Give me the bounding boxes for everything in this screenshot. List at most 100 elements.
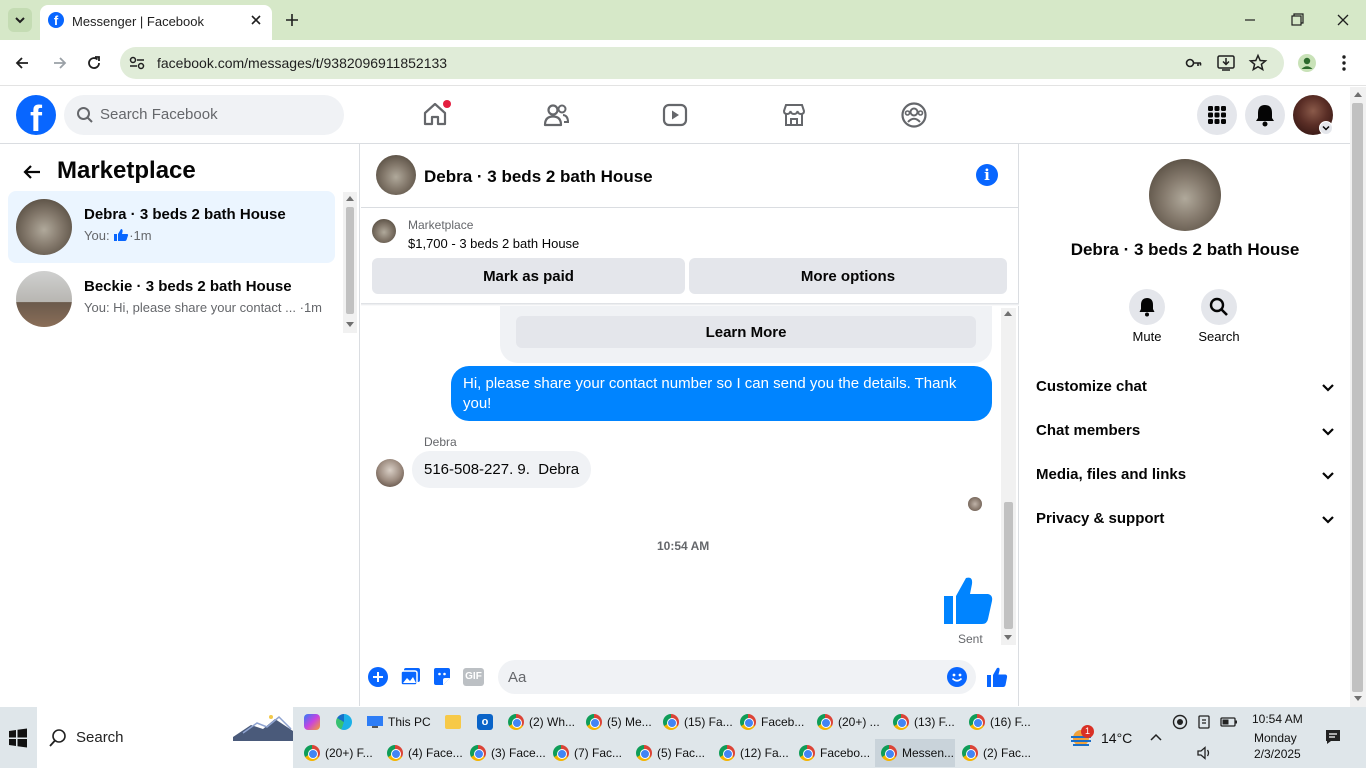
profile-icon[interactable] — [1297, 53, 1317, 73]
password-key-icon[interactable] — [1184, 53, 1204, 73]
send-like-icon[interactable] — [986, 666, 1008, 688]
forward-icon[interactable] — [50, 53, 70, 73]
taskbar-chrome-window[interactable]: (15) Fa... — [663, 708, 739, 736]
taskbar-chrome-window-active[interactable]: Messen... — [875, 739, 955, 767]
browser-menu-icon[interactable] — [1334, 53, 1354, 73]
scroll-thumb — [346, 207, 354, 314]
bookmark-star-icon[interactable] — [1248, 53, 1268, 73]
mark-as-paid-button[interactable]: Mark as paid — [372, 258, 685, 294]
account-chevron-icon[interactable] — [1319, 121, 1333, 135]
minimize-window-icon[interactable] — [1240, 10, 1260, 30]
new-tab-button[interactable] — [282, 10, 302, 30]
taskbar-chrome-window[interactable]: (12) Fa... — [719, 739, 797, 767]
privacy-support-section[interactable]: Privacy & support — [1036, 506, 1336, 534]
message-composer-input[interactable] — [498, 660, 976, 694]
taskbar-chrome-window[interactable]: (2) Fac... — [962, 739, 1036, 767]
chrome-icon — [470, 745, 486, 761]
attach-photo-icon[interactable] — [400, 667, 422, 687]
search-label: Search — [1198, 329, 1240, 344]
volume-icon[interactable] — [1196, 745, 1212, 761]
conversation-item-debra[interactable]: Debra · 3 beds 2 bath House You: ·1m — [8, 191, 335, 263]
notification-center-icon[interactable] — [1324, 728, 1342, 746]
conversation-item-beckie[interactable]: Beckie · 3 beds 2 bath House You: Hi, pl… — [8, 263, 335, 335]
device-icon[interactable] — [1196, 714, 1212, 730]
marketplace-nav-icon[interactable] — [781, 102, 807, 128]
copilot-icon[interactable] — [304, 714, 320, 730]
url-text[interactable]: facebook.com/messages/t/9382096911852133 — [157, 55, 447, 71]
taskbar-chrome-window[interactable]: (5) Fac... — [636, 739, 716, 767]
page-scroll-thumb[interactable] — [1352, 103, 1363, 692]
chat-members-section[interactable]: Chat members — [1036, 418, 1336, 446]
scroll-down-arrow-icon[interactable] — [346, 322, 354, 327]
close-window-icon[interactable] — [1333, 10, 1353, 30]
facebook-logo[interactable]: f — [16, 95, 56, 135]
taskbar-chrome-window[interactable]: (20+) F... — [304, 739, 384, 767]
emoji-icon[interactable] — [947, 667, 967, 687]
scroll-up-arrow-icon[interactable] — [346, 196, 354, 201]
show-hidden-icons-icon[interactable] — [1148, 729, 1164, 745]
notifications-button[interactable] — [1245, 95, 1285, 135]
chat-header-name[interactable]: Debra · 3 beds 2 bath House — [424, 167, 653, 187]
taskbar-search-label: Search — [76, 729, 124, 746]
chrome-icon — [893, 714, 909, 730]
more-options-button[interactable]: More options — [689, 258, 1007, 294]
page-scroll-down-icon[interactable] — [1354, 696, 1362, 701]
clock-date[interactable]: 2/3/2025 — [1254, 747, 1301, 761]
taskbar-chrome-window[interactable]: (20+) ... — [817, 708, 893, 736]
taskbar-chrome-window[interactable]: (7) Fac... — [553, 739, 633, 767]
back-arrow-icon[interactable] — [20, 160, 44, 184]
outlook-icon[interactable]: o — [477, 714, 493, 730]
chat-info-avatar[interactable] — [1149, 159, 1221, 231]
groups-nav-icon[interactable] — [900, 101, 928, 129]
temperature[interactable]: 14°C — [1101, 730, 1132, 746]
taskbar-chrome-window[interactable]: (3) Face... — [470, 739, 550, 767]
battery-icon[interactable] — [1220, 715, 1238, 729]
menu-grid-button[interactable] — [1197, 95, 1237, 135]
listing-title[interactable]: $1,700 - 3 beds 2 bath House — [408, 236, 579, 251]
taskbar-chrome-window[interactable]: (4) Face... — [387, 739, 467, 767]
sticker-icon[interactable] — [432, 667, 452, 687]
chrome-icon — [969, 714, 985, 730]
media-files-links-section[interactable]: Media, files and links — [1036, 462, 1336, 490]
chevron-down-icon — [1322, 428, 1334, 436]
taskbar-chrome-window[interactable]: (13) F... — [893, 708, 969, 736]
tab-search-button[interactable] — [8, 8, 32, 32]
taskbar-this-pc[interactable]: This PC — [366, 708, 436, 736]
taskbar-chrome-window[interactable]: (2) Wh... — [508, 708, 584, 736]
taskbar-chrome-window[interactable]: Faceb... — [740, 708, 816, 736]
back-icon[interactable] — [12, 53, 32, 73]
restore-window-icon[interactable] — [1287, 10, 1307, 30]
add-more-icon[interactable] — [368, 667, 388, 687]
taskbar-chrome-window[interactable]: Facebo... — [799, 739, 875, 767]
clock-day[interactable]: Monday — [1254, 731, 1297, 745]
plus-icon — [286, 14, 298, 26]
site-settings-icon[interactable] — [127, 53, 147, 73]
mute-button[interactable] — [1129, 289, 1165, 325]
reload-icon[interactable] — [84, 53, 104, 73]
customize-chat-section[interactable]: Customize chat — [1036, 374, 1336, 402]
search-in-chat-button[interactable] — [1201, 289, 1237, 325]
gif-icon[interactable]: GIF — [463, 668, 484, 686]
notification-dot — [443, 100, 451, 108]
taskbar-chrome-window[interactable]: (16) F... — [969, 708, 1035, 736]
taskbar-chrome-window[interactable]: (5) Me... — [586, 708, 662, 736]
edge-icon[interactable] — [336, 714, 352, 730]
chat-scroll-thumb[interactable] — [1004, 502, 1013, 629]
file-explorer-icon[interactable] — [445, 715, 461, 729]
taskbar-search-icon — [48, 728, 68, 748]
clock-time[interactable]: 10:54 AM — [1252, 712, 1303, 726]
chat-scroll-up-icon[interactable] — [1004, 311, 1012, 316]
close-tab-icon[interactable] — [248, 12, 264, 28]
chat-scroll-down-icon[interactable] — [1004, 635, 1012, 640]
learn-more-button[interactable]: Learn More — [516, 316, 976, 348]
friends-nav-icon[interactable] — [542, 101, 570, 129]
info-icon[interactable]: i — [976, 164, 998, 186]
page-scroll-up-icon[interactable] — [1354, 92, 1362, 97]
computer-icon — [367, 716, 383, 728]
chat-header-avatar[interactable] — [376, 155, 416, 195]
record-icon[interactable] — [1172, 714, 1188, 730]
start-button[interactable] — [8, 728, 28, 748]
sender-avatar[interactable] — [376, 459, 404, 487]
video-nav-icon[interactable] — [662, 102, 688, 128]
install-app-icon[interactable] — [1216, 53, 1236, 73]
